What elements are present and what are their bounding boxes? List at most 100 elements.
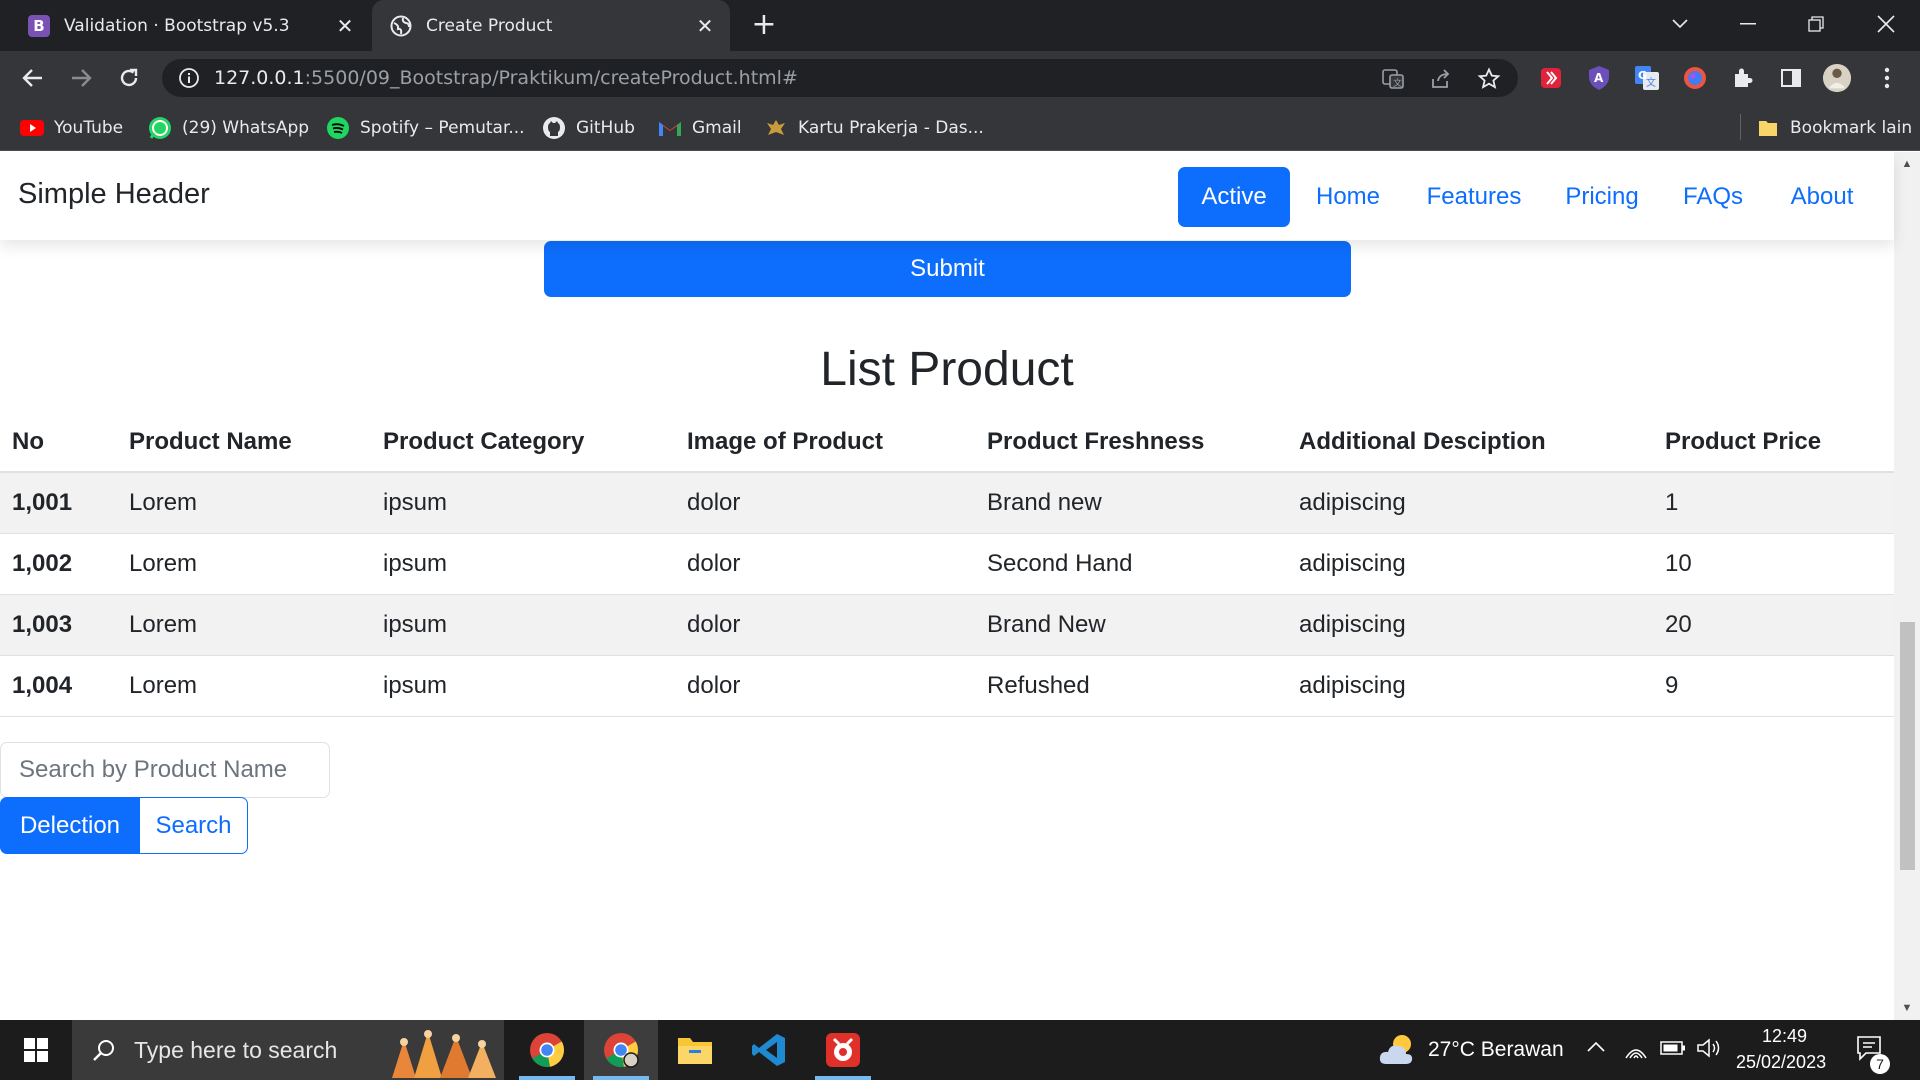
cell-product-name: Lorem [117, 655, 371, 717]
scrollbar-thumb[interactable] [1900, 622, 1915, 870]
bookmark-star-icon[interactable] [1476, 66, 1502, 92]
bootstrap-icon: B [28, 14, 50, 37]
bookmarks-bar: YouTube (29) WhatsApp Spotify – Pemutar.… [0, 104, 1920, 151]
product-table: No Product Name Product Category Image o… [0, 412, 1894, 717]
svg-text:文: 文 [1646, 76, 1656, 89]
bookmark-youtube[interactable]: YouTube [20, 115, 123, 141]
new-tab-button[interactable]: + [748, 10, 780, 42]
close-window-icon[interactable] [1866, 8, 1906, 40]
search-button[interactable]: Search [139, 797, 248, 854]
globe-icon [390, 15, 412, 37]
bookmark-github[interactable]: GitHub [542, 115, 635, 141]
search-highlight-image [384, 1026, 502, 1080]
url-text: 127.0.0.1:5500/09_Bootstrap/Praktikum/cr… [214, 67, 798, 89]
folder-icon [1756, 116, 1780, 140]
clock-date[interactable]: 25/02/2023 [1736, 1052, 1826, 1073]
bookmark-label: YouTube [54, 118, 124, 138]
url-path: :5500/09_Bootstrap/Praktikum/createProdu… [304, 67, 798, 89]
navbar-brand[interactable]: Simple Header [18, 178, 210, 211]
nav-link-features[interactable]: Features [1414, 167, 1534, 227]
forward-icon[interactable] [64, 61, 98, 95]
bookmark-whatsapp[interactable]: (29) WhatsApp [148, 115, 309, 141]
close-tab-icon[interactable]: ✕ [332, 13, 358, 39]
tab-create-product[interactable]: Create Product ✕ [372, 0, 730, 51]
cell-image-of-product: dolor [675, 533, 975, 595]
bookmark-gmail[interactable]: Gmail [658, 115, 742, 141]
browser-tab-strip: B Validation · Bootstrap v5.3 ✕ Create P… [0, 0, 1920, 51]
bookmark-kartu-prakerja[interactable]: Kartu Prakerja - Das... [764, 115, 984, 141]
bookmark-folder-other[interactable]: Bookmark lain [1756, 115, 1912, 141]
whatsapp-icon [148, 116, 172, 140]
weather-cloud-icon[interactable] [1378, 1032, 1418, 1071]
taskbar-chrome[interactable] [510, 1020, 584, 1080]
nav-link-faqs[interactable]: FAQs [1670, 167, 1756, 227]
cell-product-category: ipsum [371, 594, 675, 656]
network-icon[interactable] [1624, 1038, 1648, 1065]
cell-product-category: ipsum [371, 472, 675, 534]
scroll-up-icon[interactable]: ▲ [1901, 158, 1913, 170]
taskbar-search-box[interactable]: Type here to search [72, 1020, 504, 1080]
cell-product-freshness: Brand New [975, 594, 1287, 656]
scroll-down-icon[interactable]: ▼ [1901, 1002, 1913, 1014]
taskbar-chrome-profile[interactable] [584, 1020, 658, 1080]
tab-search-icon[interactable] [1660, 8, 1700, 40]
battery-icon[interactable] [1660, 1040, 1686, 1061]
cell-product-price: 20 [1653, 594, 1894, 656]
extensions-puzzle-icon[interactable] [1728, 63, 1758, 93]
tab-title: Create Product [426, 15, 553, 36]
weather-text[interactable]: 27°C Berawan [1428, 1038, 1564, 1062]
cell-product-category: ipsum [371, 533, 675, 595]
close-tab-icon[interactable]: ✕ [692, 13, 718, 39]
table-row: 1,004 Lorem ipsum dolor Refushed adipisc… [0, 655, 1894, 717]
bookmark-label: Gmail [692, 118, 742, 138]
cell-image-of-product: dolor [675, 655, 975, 717]
table-header-row: No Product Name Product Category Image o… [0, 412, 1894, 473]
bookmark-label: Kartu Prakerja - Das... [798, 118, 984, 138]
extension-firefox-relay-icon[interactable] [1680, 63, 1710, 93]
cell-image-of-product: dolor [675, 472, 975, 534]
back-icon[interactable] [16, 61, 50, 95]
header-product-category: Product Category [371, 412, 675, 473]
profile-avatar[interactable] [1822, 63, 1852, 93]
windows-start-button[interactable] [0, 1020, 72, 1080]
submit-button[interactable]: Submit [544, 241, 1351, 297]
taskbar-file-explorer[interactable] [658, 1020, 732, 1080]
delection-button[interactable]: Delection [0, 797, 140, 854]
cell-product-name: Lorem [117, 594, 371, 656]
nav-link-about[interactable]: About [1774, 167, 1870, 227]
running-indicator [815, 1076, 871, 1080]
google-translate-icon[interactable]: G文 [1632, 63, 1662, 93]
bookmark-spotify[interactable]: Spotify – Pemutar... [326, 115, 525, 141]
side-panel-icon[interactable] [1776, 63, 1806, 93]
extension-red-icon[interactable] [1536, 63, 1566, 93]
chevron-up-icon[interactable] [1586, 1040, 1606, 1058]
spotify-icon [326, 116, 350, 140]
chrome-icon [530, 1033, 564, 1067]
minimize-icon[interactable] [1728, 8, 1768, 40]
nav-link-pricing[interactable]: Pricing [1552, 167, 1652, 227]
cell-additional-description: adipiscing [1287, 655, 1653, 717]
share-icon[interactable] [1428, 66, 1454, 92]
clock-time[interactable]: 12:49 [1762, 1026, 1807, 1047]
cell-product-price: 9 [1653, 655, 1894, 717]
volume-icon[interactable] [1696, 1037, 1722, 1064]
tab-validation-bootstrap[interactable]: B Validation · Bootstrap v5.3 ✕ [0, 0, 370, 51]
restore-icon[interactable] [1796, 8, 1836, 40]
extension-shield-icon[interactable]: A [1584, 63, 1614, 93]
nav-link-home[interactable]: Home [1300, 167, 1396, 227]
site-info-icon[interactable] [178, 67, 200, 89]
search-product-input[interactable] [0, 742, 330, 798]
translate-icon[interactable]: 文 [1380, 66, 1406, 92]
cell-product-freshness: Brand new [975, 472, 1287, 534]
cell-no: 1,001 [0, 472, 117, 534]
page-scrollbar[interactable]: ▲ ▼ [1894, 152, 1920, 1020]
address-bar[interactable]: 127.0.0.1:5500/09_Bootstrap/Praktikum/cr… [162, 59, 1518, 97]
reload-icon[interactable] [112, 61, 146, 95]
menu-kebab-icon[interactable] [1872, 63, 1902, 93]
taskbar-app-red[interactable] [806, 1020, 880, 1080]
app-red-icon [826, 1033, 860, 1067]
header-product-price: Product Price [1653, 412, 1894, 473]
header-product-name: Product Name [117, 412, 371, 473]
taskbar-vscode[interactable] [732, 1020, 806, 1080]
nav-link-active[interactable]: Active [1178, 167, 1290, 227]
